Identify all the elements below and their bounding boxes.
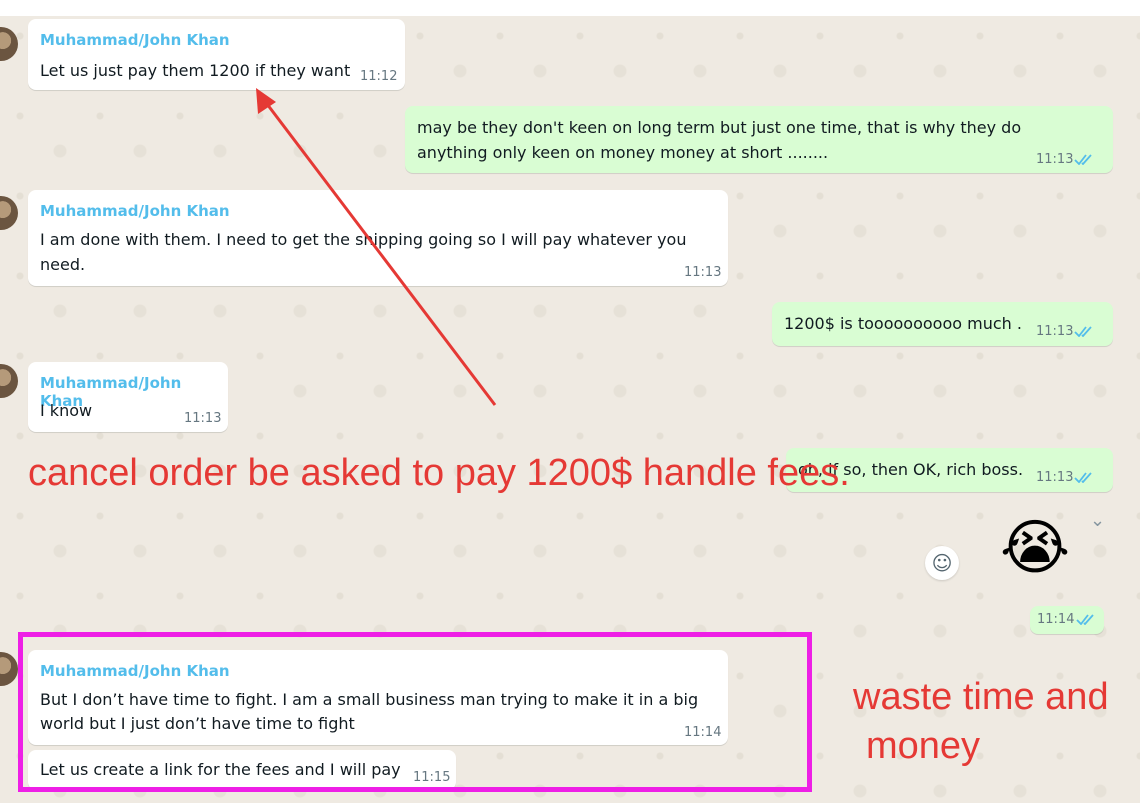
annotation-main: cancel order be asked to pay 1200$ handl… <box>28 452 850 494</box>
annotation-side-line-2: money <box>866 725 981 767</box>
annotation-side-line-1: waste time and <box>853 676 1109 718</box>
